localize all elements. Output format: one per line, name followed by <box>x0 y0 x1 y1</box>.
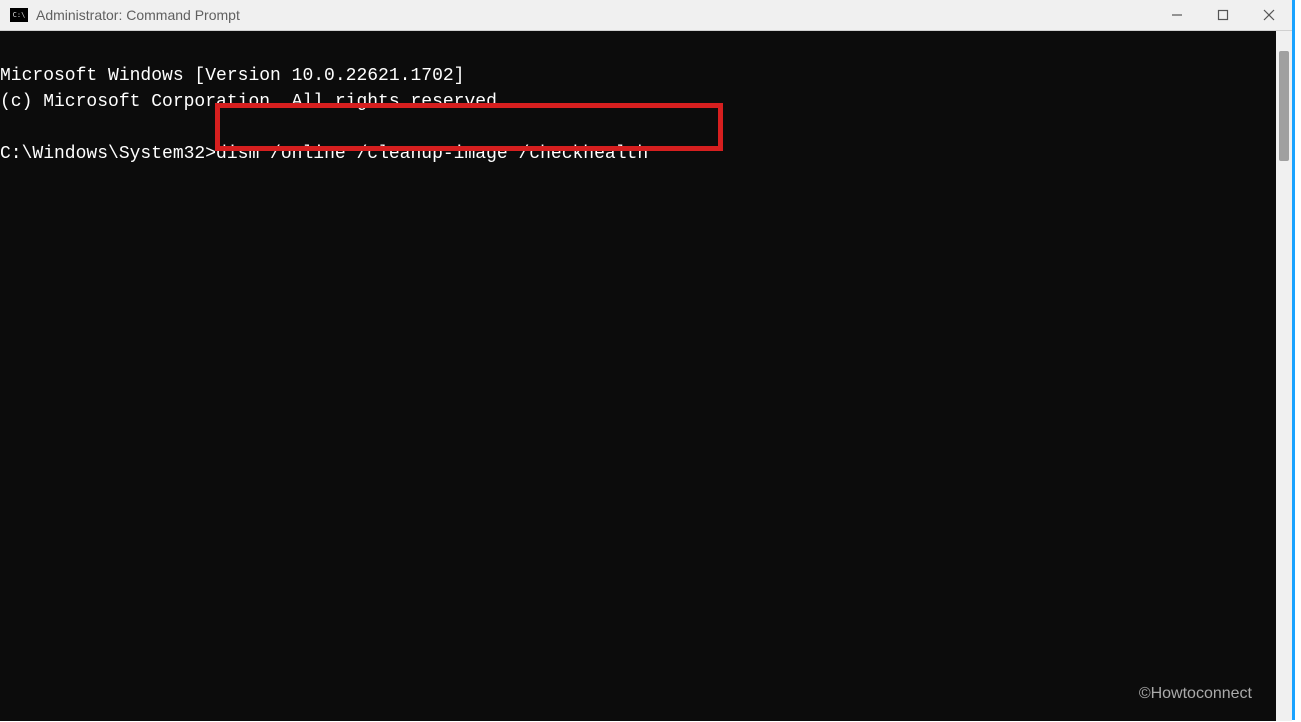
minimize-button[interactable] <box>1154 0 1200 30</box>
close-icon <box>1263 9 1275 21</box>
window-frame: Administrator: Command Prompt Microsoft … <box>0 0 1295 720</box>
window-controls <box>1154 0 1292 30</box>
titlebar[interactable]: Administrator: Command Prompt <box>0 0 1292 31</box>
close-button[interactable] <box>1246 0 1292 30</box>
maximize-button[interactable] <box>1200 0 1246 30</box>
window-title: Administrator: Command Prompt <box>36 7 1154 23</box>
command-text: dism /online /cleanup-image /checkhealth <box>216 144 648 164</box>
maximize-icon <box>1217 9 1229 21</box>
prompt-path: C:\Windows\System32> <box>0 144 216 164</box>
minimize-icon <box>1171 9 1183 21</box>
terminal[interactable]: Microsoft Windows [Version 10.0.22621.17… <box>0 31 1278 721</box>
terminal-line: (c) Microsoft Corporation. All rights re… <box>0 92 508 112</box>
prompt-row: C:\Windows\System32>dism /online /cleanu… <box>0 141 648 167</box>
terminal-line: Microsoft Windows [Version 10.0.22621.17… <box>0 66 464 86</box>
watermark: ©Howtoconnect <box>1139 681 1252 707</box>
scrollbar-thumb[interactable] <box>1279 51 1289 161</box>
cmd-icon <box>10 8 28 22</box>
terminal-container: Microsoft Windows [Version 10.0.22621.17… <box>0 31 1292 721</box>
scrollbar-track[interactable] <box>1276 31 1292 721</box>
